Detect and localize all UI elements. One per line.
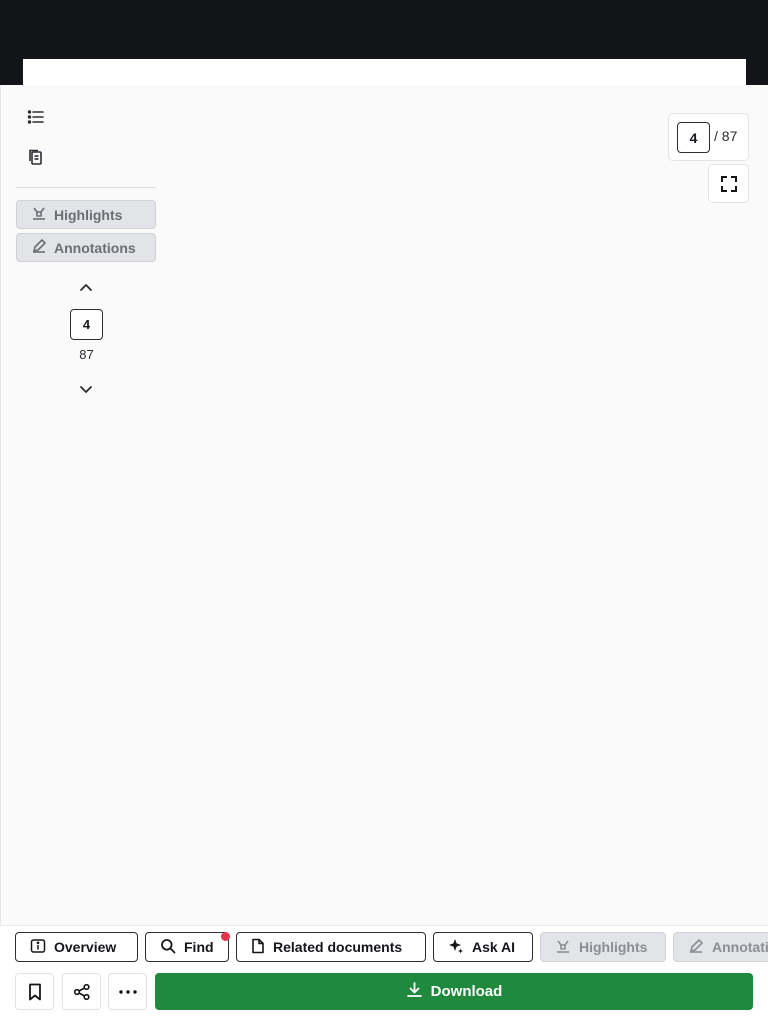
sidebar-page-total: 87 [79,347,94,362]
sidebar-annotations-button: Annotations [16,233,156,262]
ask-ai-label: Ask AI [472,939,516,955]
download-button[interactable]: Download [155,973,753,1010]
search-icon [160,938,176,957]
page-number-input[interactable]: 4 [677,122,710,153]
toolbar-annotations-button: Annotations [673,932,768,962]
document-page-edge [23,59,746,85]
pencil-icon [31,238,47,257]
toolbar-highlights-label: Highlights [579,939,648,955]
sparkle-icon [448,938,464,957]
more-options-button[interactable] [108,973,147,1010]
download-icon [406,981,423,1002]
chevron-up-icon [80,284,92,291]
bookmark-icon [28,983,41,1000]
bottom-toolbar: Overview Find Related documents Ask AI H… [0,925,768,1024]
find-button[interactable]: Find [145,932,229,962]
sidebar-highlights-label: Highlights [54,206,123,223]
ask-ai-button[interactable]: Ask AI [433,932,533,962]
page-navigator: 4 / 87 [668,113,749,161]
fullscreen-button[interactable] [708,164,749,203]
bookmark-button[interactable] [15,973,54,1010]
sidebar-page-input[interactable]: 4 [70,309,103,340]
toolbar-annotations-label: Annotations [712,939,768,955]
toolbar-highlights-button: Highlights [540,932,666,962]
chevron-down-icon [80,386,92,393]
find-label: Find [184,939,214,955]
fullscreen-icon [720,175,737,192]
highlighter-icon [31,205,47,224]
sidebar-divider [16,187,156,188]
sidebar-annotations-label: Annotations [54,239,136,256]
overview-label: Overview [54,939,117,955]
download-label: Download [430,983,503,1000]
more-icon [118,989,137,994]
next-page-button[interactable] [74,377,98,401]
document-icon [251,938,265,957]
outline-list-icon[interactable] [24,105,48,129]
related-documents-button[interactable]: Related documents [236,932,426,962]
related-documents-label: Related documents [273,939,403,955]
page-total-label: / 87 [714,128,738,144]
previous-page-button[interactable] [74,276,98,300]
info-icon [30,938,46,957]
overview-button[interactable]: Overview [15,932,138,962]
share-icon [73,983,90,1000]
pencil-icon [688,938,704,957]
share-button[interactable] [62,973,101,1010]
highlighter-icon [555,938,571,957]
sidebar-highlights-button: Highlights [16,200,156,229]
notification-dot [221,932,230,941]
pages-icon[interactable] [24,145,48,169]
